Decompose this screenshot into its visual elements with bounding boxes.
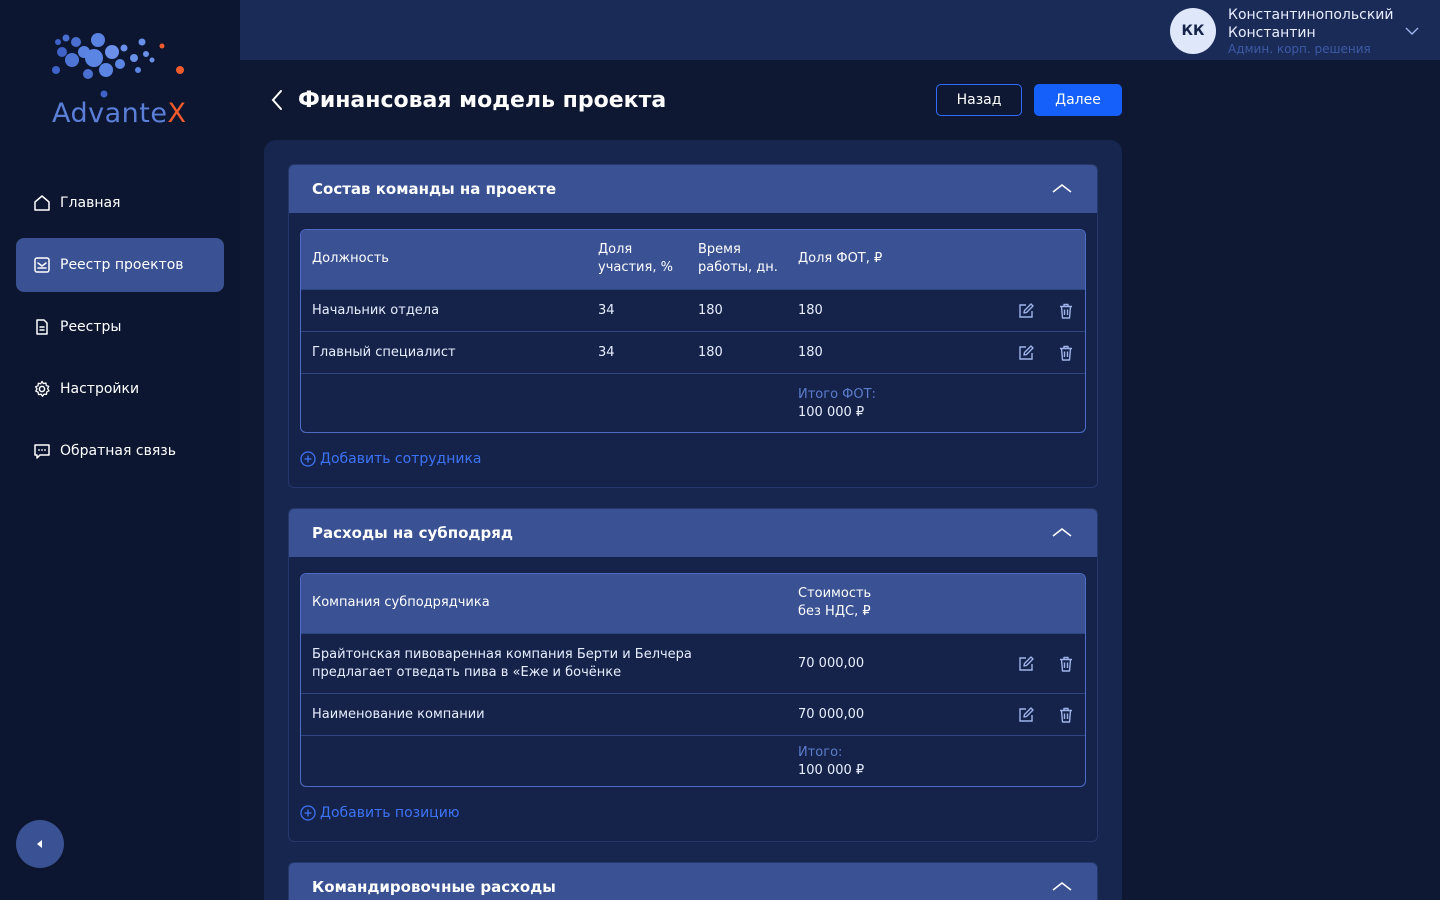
section-title: Состав команды на проекте (312, 180, 557, 198)
next-button[interactable]: Далее (1034, 84, 1122, 116)
logo-text-accent: X (167, 98, 187, 129)
trash-icon[interactable] (1057, 344, 1075, 362)
column-header: Время (698, 242, 741, 257)
column-header: Стоимость (798, 586, 872, 601)
chevron-left-icon[interactable] (268, 88, 288, 112)
cell-cost: 70 000,00 (798, 707, 865, 722)
add-position-link[interactable]: Добавить позицию (300, 805, 460, 821)
edit-icon[interactable] (1017, 344, 1035, 362)
page-title: Финансовая модель проекта (298, 87, 667, 113)
sidebar-item-label: Реестры (60, 319, 122, 335)
team-table: Должность Доля участия, % Время работы, … (300, 229, 1086, 433)
cell-share: 34 (598, 345, 615, 360)
chevron-up-icon[interactable] (1051, 179, 1073, 199)
sidebar-item-home[interactable]: Главная (16, 176, 224, 230)
total-label: Итого: (798, 745, 843, 760)
edit-icon[interactable] (1017, 706, 1035, 724)
user-info: Константинопольский Константин Админ. ко… (1228, 6, 1400, 56)
page-header: Финансовая модель проекта Назад Далее (268, 82, 1122, 118)
avatar: КК (1170, 8, 1216, 54)
cell-company: Брайтонская пивоваренная компания Берти … (312, 647, 692, 662)
subcontract-section: Расходы на субподряд Компания субподрядч… (288, 508, 1098, 842)
subcontract-table: Компания субподрядчика Стоимость без НДС… (300, 573, 1086, 787)
plus-circle-icon (300, 451, 316, 467)
chevron-up-icon[interactable] (1051, 877, 1073, 897)
team-section: Состав команды на проекте Должность Доля… (288, 164, 1098, 488)
trash-icon[interactable] (1057, 302, 1075, 320)
sidebar-nav: Главная Реестр проектов Реестры Настройк… (16, 176, 224, 486)
total-value: 100 000 ₽ (798, 405, 865, 420)
sidebar-item-registries[interactable]: Реестры (16, 300, 224, 354)
column-header: Доля ФОТ, ₽ (798, 251, 883, 266)
chevron-up-icon[interactable] (1051, 523, 1073, 543)
cell-position: Главный специалист (312, 345, 456, 360)
trash-icon[interactable] (1057, 706, 1075, 724)
add-employee-link[interactable]: Добавить сотрудника (300, 451, 481, 467)
column-header: без НДС, ₽ (798, 604, 871, 619)
cell-share: 34 (598, 303, 615, 318)
sidebar-item-feedback[interactable]: Обратная связь (16, 424, 224, 478)
cell-days: 180 (698, 345, 723, 360)
column-header: Должность (312, 251, 389, 266)
cell-company: Наименование компании (312, 707, 485, 722)
sidebar-item-project-registry[interactable]: Реестр проектов (16, 238, 224, 292)
logo-text-main: Advante (52, 98, 168, 129)
column-header: участия, % (598, 260, 673, 275)
logo-text: AdvanteX (52, 98, 186, 129)
cell-company-line2: предлагает отведать пива в «Еже и бочёнк… (312, 665, 622, 680)
travel-section: Командировочные расходы (288, 862, 1098, 900)
cell-days: 180 (698, 303, 723, 318)
column-header: Компания субподрядчика (312, 595, 490, 610)
back-button[interactable]: Назад (936, 84, 1022, 116)
topbar: КК Константинопольский Константин Админ.… (240, 0, 1440, 60)
user-menu[interactable]: КК Константинопольский Константин Админ.… (1170, 6, 1420, 56)
add-employee-label: Добавить сотрудника (320, 451, 482, 467)
sidebar-item-settings[interactable]: Настройки (16, 362, 224, 416)
table-total-row: Итого: 100 000 ₽ (301, 735, 1085, 786)
column-header: Доля (598, 242, 633, 257)
document-icon (36, 319, 48, 335)
edit-icon[interactable] (1017, 655, 1035, 673)
travel-section-header[interactable]: Командировочные расходы (289, 863, 1097, 900)
table-row: Брайтонская пивоваренная компания Берти … (301, 633, 1085, 693)
total-label: Итого ФОТ: (798, 387, 876, 402)
sidebar-item-label: Настройки (60, 381, 140, 397)
sidebar-item-label: Обратная связь (60, 443, 176, 459)
chat-icon (34, 444, 50, 459)
cell-fot: 180 (798, 345, 823, 360)
edit-icon[interactable] (1017, 302, 1035, 320)
add-position-label: Добавить позицию (320, 805, 460, 821)
cell-position: Начальник отдела (312, 303, 440, 318)
column-header: работы, дн. (698, 260, 778, 275)
sidebar: AdvanteX Главная Реестр проектов Реестры… (0, 0, 240, 900)
team-section-header[interactable]: Состав команды на проекте (289, 165, 1097, 213)
chevron-down-icon[interactable] (1404, 23, 1420, 39)
table-row: Наименование компании 70 000,00 (301, 693, 1085, 735)
home-icon (34, 195, 50, 211)
table-header-row: Должность Доля участия, % Время работы, … (301, 230, 1085, 289)
finance-model-card: Состав команды на проекте Должность Доля… (264, 140, 1122, 900)
section-title: Расходы на субподряд (312, 524, 514, 542)
gear-icon (34, 380, 50, 397)
caret-left-icon (37, 840, 42, 848)
subcontract-section-header[interactable]: Расходы на субподряд (289, 509, 1097, 557)
user-name-line2: Константин (1228, 25, 1316, 41)
trash-icon[interactable] (1057, 655, 1075, 673)
table-row: Главный специалист 34 180 180 (301, 331, 1085, 373)
sidebar-item-label: Главная (60, 195, 121, 211)
section-title: Командировочные расходы (312, 878, 556, 896)
total-value: 100 000 ₽ (798, 763, 865, 778)
sidebar-collapse-button[interactable] (16, 820, 64, 868)
table-total-row: Итого ФОТ: 100 000 ₽ (301, 373, 1085, 432)
cell-fot: 180 (798, 303, 823, 318)
sidebar-item-label: Реестр проектов (60, 257, 184, 273)
project-registry-icon (34, 257, 50, 273)
plus-circle-icon (300, 805, 316, 821)
table-row: Начальник отдела 34 180 180 (301, 289, 1085, 331)
cell-cost: 70 000,00 (798, 656, 865, 671)
user-name-line1: Константинопольский (1228, 7, 1394, 23)
logo-dots-icon (52, 33, 184, 98)
table-header-row: Компания субподрядчика Стоимость без НДС… (301, 574, 1085, 633)
user-role: Админ. корп. решения (1228, 42, 1371, 56)
